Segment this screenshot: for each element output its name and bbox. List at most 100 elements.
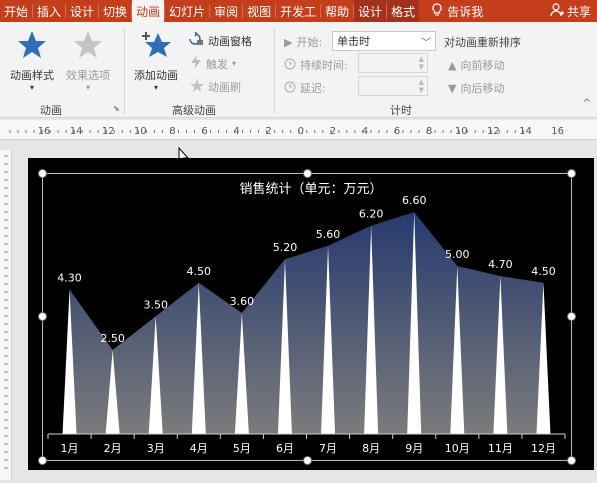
ruler-label: 16: [38, 126, 51, 137]
ruler-label: 10: [134, 126, 147, 137]
dialog-launcher-icon[interactable]: ⬊: [113, 104, 120, 113]
spinner-icon[interactable]: ▲ ▼: [419, 78, 424, 94]
chevron-down-icon: ﹀: [421, 37, 431, 49]
tab-2[interactable]: 设计: [66, 0, 98, 22]
tab-5[interactable]: 幻灯片: [165, 0, 209, 22]
animation-painter-button[interactable]: 动画刷: [190, 78, 241, 95]
ruler-label: 2: [266, 126, 272, 137]
tab-1[interactable]: 插入: [33, 0, 65, 22]
tell-me-label: 告诉我: [447, 4, 484, 19]
clock-icon: [284, 81, 296, 96]
ruler-label: 10: [455, 126, 468, 137]
effect-options-button[interactable]: 效果选项 ▾: [66, 30, 110, 92]
tab-6[interactable]: 审阅: [210, 0, 242, 22]
move-earlier-button[interactable]: ▲ 向前移动: [448, 57, 504, 73]
move-earlier-label: 向前移动: [460, 59, 505, 72]
resize-handle[interactable]: [567, 312, 576, 321]
tab-10[interactable]: 设计: [354, 0, 387, 22]
tab-0[interactable]: 开始: [0, 0, 32, 22]
person-icon: [550, 2, 564, 20]
resize-handle[interactable]: [38, 456, 47, 465]
group-label-animation: 动画: [40, 104, 62, 117]
start-select[interactable]: 单击时 ﹀: [332, 31, 436, 51]
resize-handle[interactable]: [303, 169, 312, 178]
dropdown-arrow-icon: ▾: [29, 83, 34, 92]
animation-style-button[interactable]: 动画样式 ▾: [10, 30, 54, 92]
reorder-title: 对动画重新排序: [444, 36, 521, 49]
effect-options-label: 效果选项: [66, 69, 110, 82]
tell-me-search[interactable]: 告诉我: [431, 0, 483, 22]
tab-8[interactable]: 开发工: [276, 0, 320, 22]
ruler-label: 6: [201, 126, 207, 137]
animation-style-label: 动画样式: [10, 69, 54, 82]
tab-9[interactable]: 帮助: [321, 0, 353, 22]
duration-label: 持续时间:: [300, 59, 348, 72]
collapse-ribbon-icon[interactable]: ^: [583, 98, 591, 109]
start-label: 开始:: [296, 36, 323, 49]
clock-icon: [284, 58, 296, 73]
ruler-label: 14: [70, 126, 83, 137]
tab-4[interactable]: 动画: [132, 0, 165, 22]
slide-canvas[interactable]: 1月 2月 3月 4月 5月 6月 7月 8月 9月 10月 11月 12月 4.30 2.50 3.50 4…: [28, 158, 594, 470]
animation-pane-button[interactable]: 动画窗格: [188, 31, 252, 49]
star-icon: [17, 30, 47, 63]
tab-11[interactable]: 格式: [387, 0, 420, 22]
play-icon: ▶: [284, 35, 293, 49]
selection-box: [42, 173, 572, 461]
painter-icon: [190, 78, 204, 95]
start-value: 单击时: [337, 35, 370, 48]
ruler-label: 8: [169, 126, 175, 137]
lightning-icon: [190, 55, 202, 72]
duration-label-row: 持续时间:: [284, 57, 348, 73]
group-label-advanced: 高级动画: [172, 104, 216, 117]
animation-pane-label: 动画窗格: [208, 34, 252, 48]
move-later-label: 向后移动: [460, 82, 505, 95]
group-separator: [124, 28, 125, 114]
trigger-button[interactable]: 触发 ▾: [190, 55, 236, 72]
dropdown-arrow-icon: ▾: [153, 83, 158, 92]
group-separator: [274, 28, 275, 114]
ruler-label: 2: [330, 126, 336, 137]
ruler-ticks: 16 14 12 10 8 6 4 2 0 2 4 6 8 10 12 14 16: [9, 126, 564, 137]
tab-7[interactable]: 视图: [243, 0, 275, 22]
trigger-label: 触发: [206, 57, 228, 71]
resize-handle[interactable]: [567, 169, 576, 178]
ruler-label: 6: [394, 126, 400, 137]
share-label: 共享: [566, 4, 591, 19]
ruler-label: 4: [362, 126, 368, 137]
ruler-label: 12: [487, 126, 500, 137]
ruler-label: 12: [102, 126, 115, 137]
ruler-label: 4: [233, 126, 239, 137]
lightbulb-icon: [431, 2, 443, 20]
animation-painter-label: 动画刷: [208, 80, 241, 94]
duration-field[interactable]: ▲ ▼: [358, 53, 428, 73]
ribbon-panel: 动画样式 ▾ 效果选项 ▾ 动画 ⬊ 添加动画 ▾ 动画窗格 触发 ▾ 动画刷 …: [0, 22, 597, 118]
ruler-label: 16: [551, 126, 564, 137]
star-outline-icon: [73, 30, 103, 63]
arrow-down-icon: ▼: [448, 81, 457, 95]
delay-field[interactable]: ▲ ▼: [358, 76, 428, 96]
add-animation-button[interactable]: 添加动画 ▾: [134, 30, 178, 92]
tab-3[interactable]: 切换: [99, 0, 131, 22]
dropdown-arrow-icon: ▾: [85, 83, 90, 92]
resize-handle[interactable]: [303, 456, 312, 465]
resize-handle[interactable]: [38, 312, 47, 321]
ruler-label: 8: [426, 126, 432, 137]
dropdown-arrow-icon: ▾: [232, 59, 237, 68]
group-label-timing: 计时: [390, 104, 412, 117]
ruler-label: 0: [298, 126, 304, 137]
spinner-icon[interactable]: ▲ ▼: [419, 55, 424, 71]
delay-label-row: 延迟:: [284, 80, 326, 96]
animation-pane-icon: [188, 31, 204, 49]
ribbon-tab-bar: 开始 插入 设计 切换 动画 幻灯片 审阅 视图 开发工 帮助 设计 格式 告诉我: [0, 0, 597, 22]
resize-handle[interactable]: [567, 456, 576, 465]
horizontal-ruler[interactable]: 16 14 12 10 8 6 4 2 0 2 4 6 8 10 12 14 16: [0, 120, 597, 140]
resize-handle[interactable]: [38, 169, 47, 178]
share-button[interactable]: 共享: [550, 0, 591, 22]
start-label-row: ▶ 开始:: [284, 34, 322, 50]
ruler-label: 14: [519, 126, 532, 137]
move-later-button[interactable]: ▼ 向后移动: [448, 80, 504, 96]
arrow-up-icon: ▲: [448, 58, 457, 72]
vertical-ruler[interactable]: [0, 150, 12, 480]
delay-label: 延迟:: [300, 82, 326, 95]
